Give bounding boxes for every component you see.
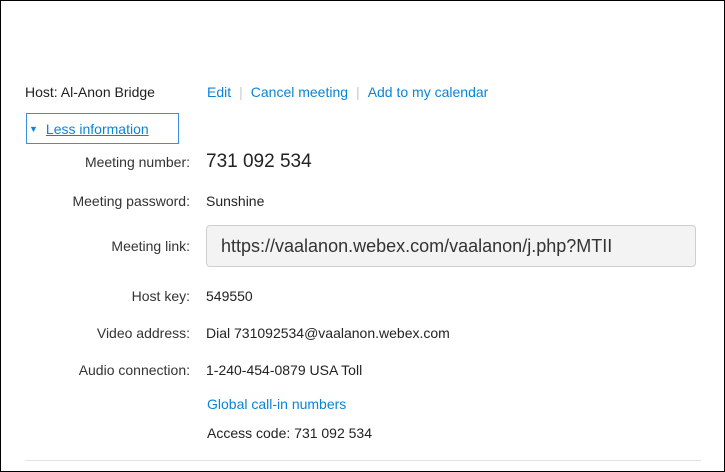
meeting-password-label: Meeting password: [72, 193, 190, 209]
meeting-number-label: Meeting number: [84, 154, 190, 170]
divider [25, 460, 701, 461]
meeting-link-field[interactable]: https://vaalanon.webex.com/vaalanon/j.ph… [206, 225, 696, 267]
host-key-label: Host key: [131, 288, 190, 304]
host-key-value: 549550 [206, 288, 253, 304]
video-address-row: Video address: Dial 731092534@vaalanon.w… [1, 325, 450, 341]
meeting-link-label: Meeting link: [111, 238, 190, 254]
host-row: Host: Al-Anon Bridge Edit | Cancel meeti… [25, 84, 488, 100]
meeting-number-value: 731 092 534 [206, 151, 312, 172]
video-address-label: Video address: [96, 325, 190, 341]
meeting-actions: Edit | Cancel meeting | Add to my calend… [207, 84, 488, 100]
meeting-info-panel: Host: Al-Anon Bridge Edit | Cancel meeti… [0, 0, 725, 472]
host-key-row: Host key: 549550 [1, 288, 253, 304]
less-information-label: Less information [45, 120, 149, 137]
audio-connection-row: Audio connection: 1-240-454-0879 USA Tol… [1, 362, 363, 378]
less-information-toggle[interactable]: ▼ Less information [26, 113, 179, 144]
caret-down-icon: ▼ [29, 123, 38, 134]
separator: | [239, 84, 243, 100]
audio-connection-value: 1-240-454-0879 USA Toll [206, 362, 363, 378]
separator: | [356, 84, 360, 100]
meeting-password-row: Meeting password: Sunshine [1, 193, 264, 209]
audio-connection-label: Audio connection: [78, 362, 190, 378]
meeting-number-row: Meeting number: 731 092 534 [1, 151, 312, 173]
video-address-value: Dial 731092534@vaalanon.webex.com [206, 325, 450, 341]
global-call-in-link[interactable]: Global call-in numbers [207, 396, 346, 412]
add-to-calendar-link[interactable]: Add to my calendar [368, 84, 489, 100]
edit-link[interactable]: Edit [207, 84, 231, 100]
meeting-password-value: Sunshine [206, 193, 265, 209]
access-code: Access code: 731 092 534 [207, 425, 373, 441]
host-label: Host: Al-Anon Bridge [25, 84, 155, 100]
meeting-link-row: Meeting link: https://vaalanon.webex.com… [1, 225, 696, 267]
cancel-meeting-link[interactable]: Cancel meeting [251, 84, 348, 100]
